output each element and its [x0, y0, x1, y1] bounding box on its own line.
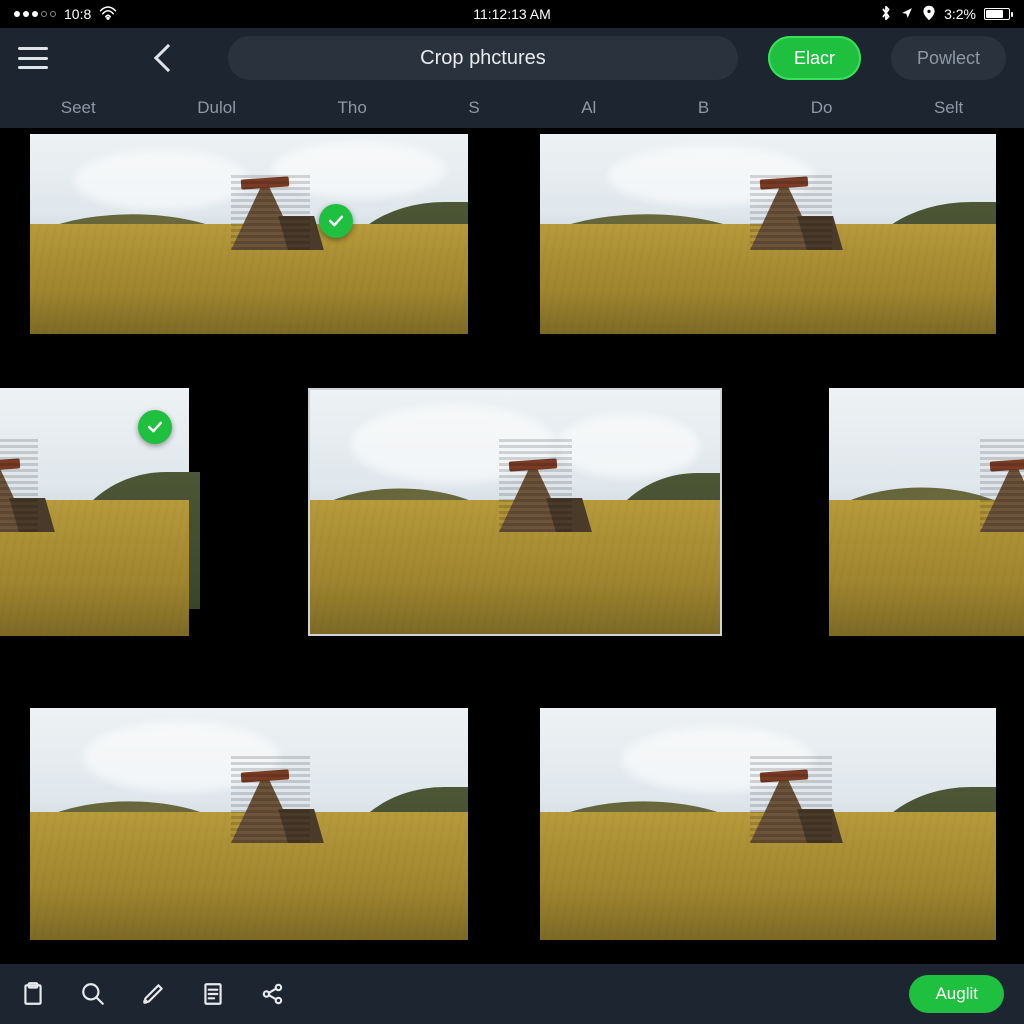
thumbnail-grid — [0, 128, 1024, 964]
landscape-image — [540, 708, 996, 940]
location-pin-icon — [922, 5, 936, 24]
selected-check-icon — [319, 204, 353, 238]
signal-dots-icon — [14, 11, 56, 17]
thumbnail[interactable] — [30, 134, 468, 334]
tab-item[interactable]: Selt — [926, 94, 971, 122]
tab-item[interactable]: Do — [803, 94, 841, 122]
thumbnail[interactable] — [540, 708, 996, 940]
landscape-image — [310, 390, 720, 634]
thumbnail[interactable] — [540, 134, 996, 334]
page-title-text: Crop phctures — [420, 47, 546, 70]
selected-check-icon — [138, 410, 172, 444]
battery-icon — [984, 8, 1010, 20]
tab-item[interactable]: Dulol — [189, 94, 244, 122]
location-arrow-icon — [900, 6, 914, 23]
share-icon[interactable] — [260, 981, 286, 1007]
thumbnail-focused[interactable] — [308, 388, 722, 636]
tab-item[interactable]: Tho — [330, 94, 375, 122]
tab-item[interactable]: Seet — [53, 94, 104, 122]
back-button[interactable] — [154, 44, 182, 72]
status-left-text: 10:8 — [64, 6, 91, 22]
clipboard-icon[interactable] — [20, 981, 46, 1007]
app-bar: Crop phctures Elacr Powlect — [0, 28, 1024, 88]
status-bar: 10:8 11:12:13 AM 3:2% — [0, 0, 1024, 28]
wifi-icon — [99, 6, 117, 23]
thumbnail[interactable] — [30, 708, 468, 940]
primary-action-button[interactable]: Elacr — [768, 36, 861, 80]
tab-item[interactable]: S — [460, 94, 487, 122]
page-title: Crop phctures — [228, 36, 738, 80]
landscape-image — [30, 708, 468, 940]
bottom-toolbar: Auglit — [0, 964, 1024, 1024]
document-icon[interactable] — [200, 981, 226, 1007]
apply-button[interactable]: Auglit — [909, 975, 1004, 1013]
landscape-image — [829, 388, 1024, 636]
thumbnail[interactable] — [829, 388, 1024, 636]
tab-bar: Seet Dulol Tho S Al B Do Selt — [0, 88, 1024, 128]
tab-item[interactable]: Al — [573, 94, 604, 122]
landscape-image — [30, 134, 468, 334]
landscape-image — [540, 134, 996, 334]
thumbnail[interactable] — [0, 388, 200, 636]
edit-pen-icon[interactable] — [140, 981, 166, 1007]
menu-icon[interactable] — [18, 47, 48, 69]
tab-item[interactable]: B — [690, 94, 717, 122]
search-icon[interactable] — [80, 981, 106, 1007]
status-clock: 11:12:13 AM — [473, 6, 551, 22]
secondary-action-button[interactable]: Powlect — [891, 36, 1006, 80]
battery-pct-text: 3:2% — [944, 6, 976, 22]
bluetooth-icon — [880, 5, 892, 24]
